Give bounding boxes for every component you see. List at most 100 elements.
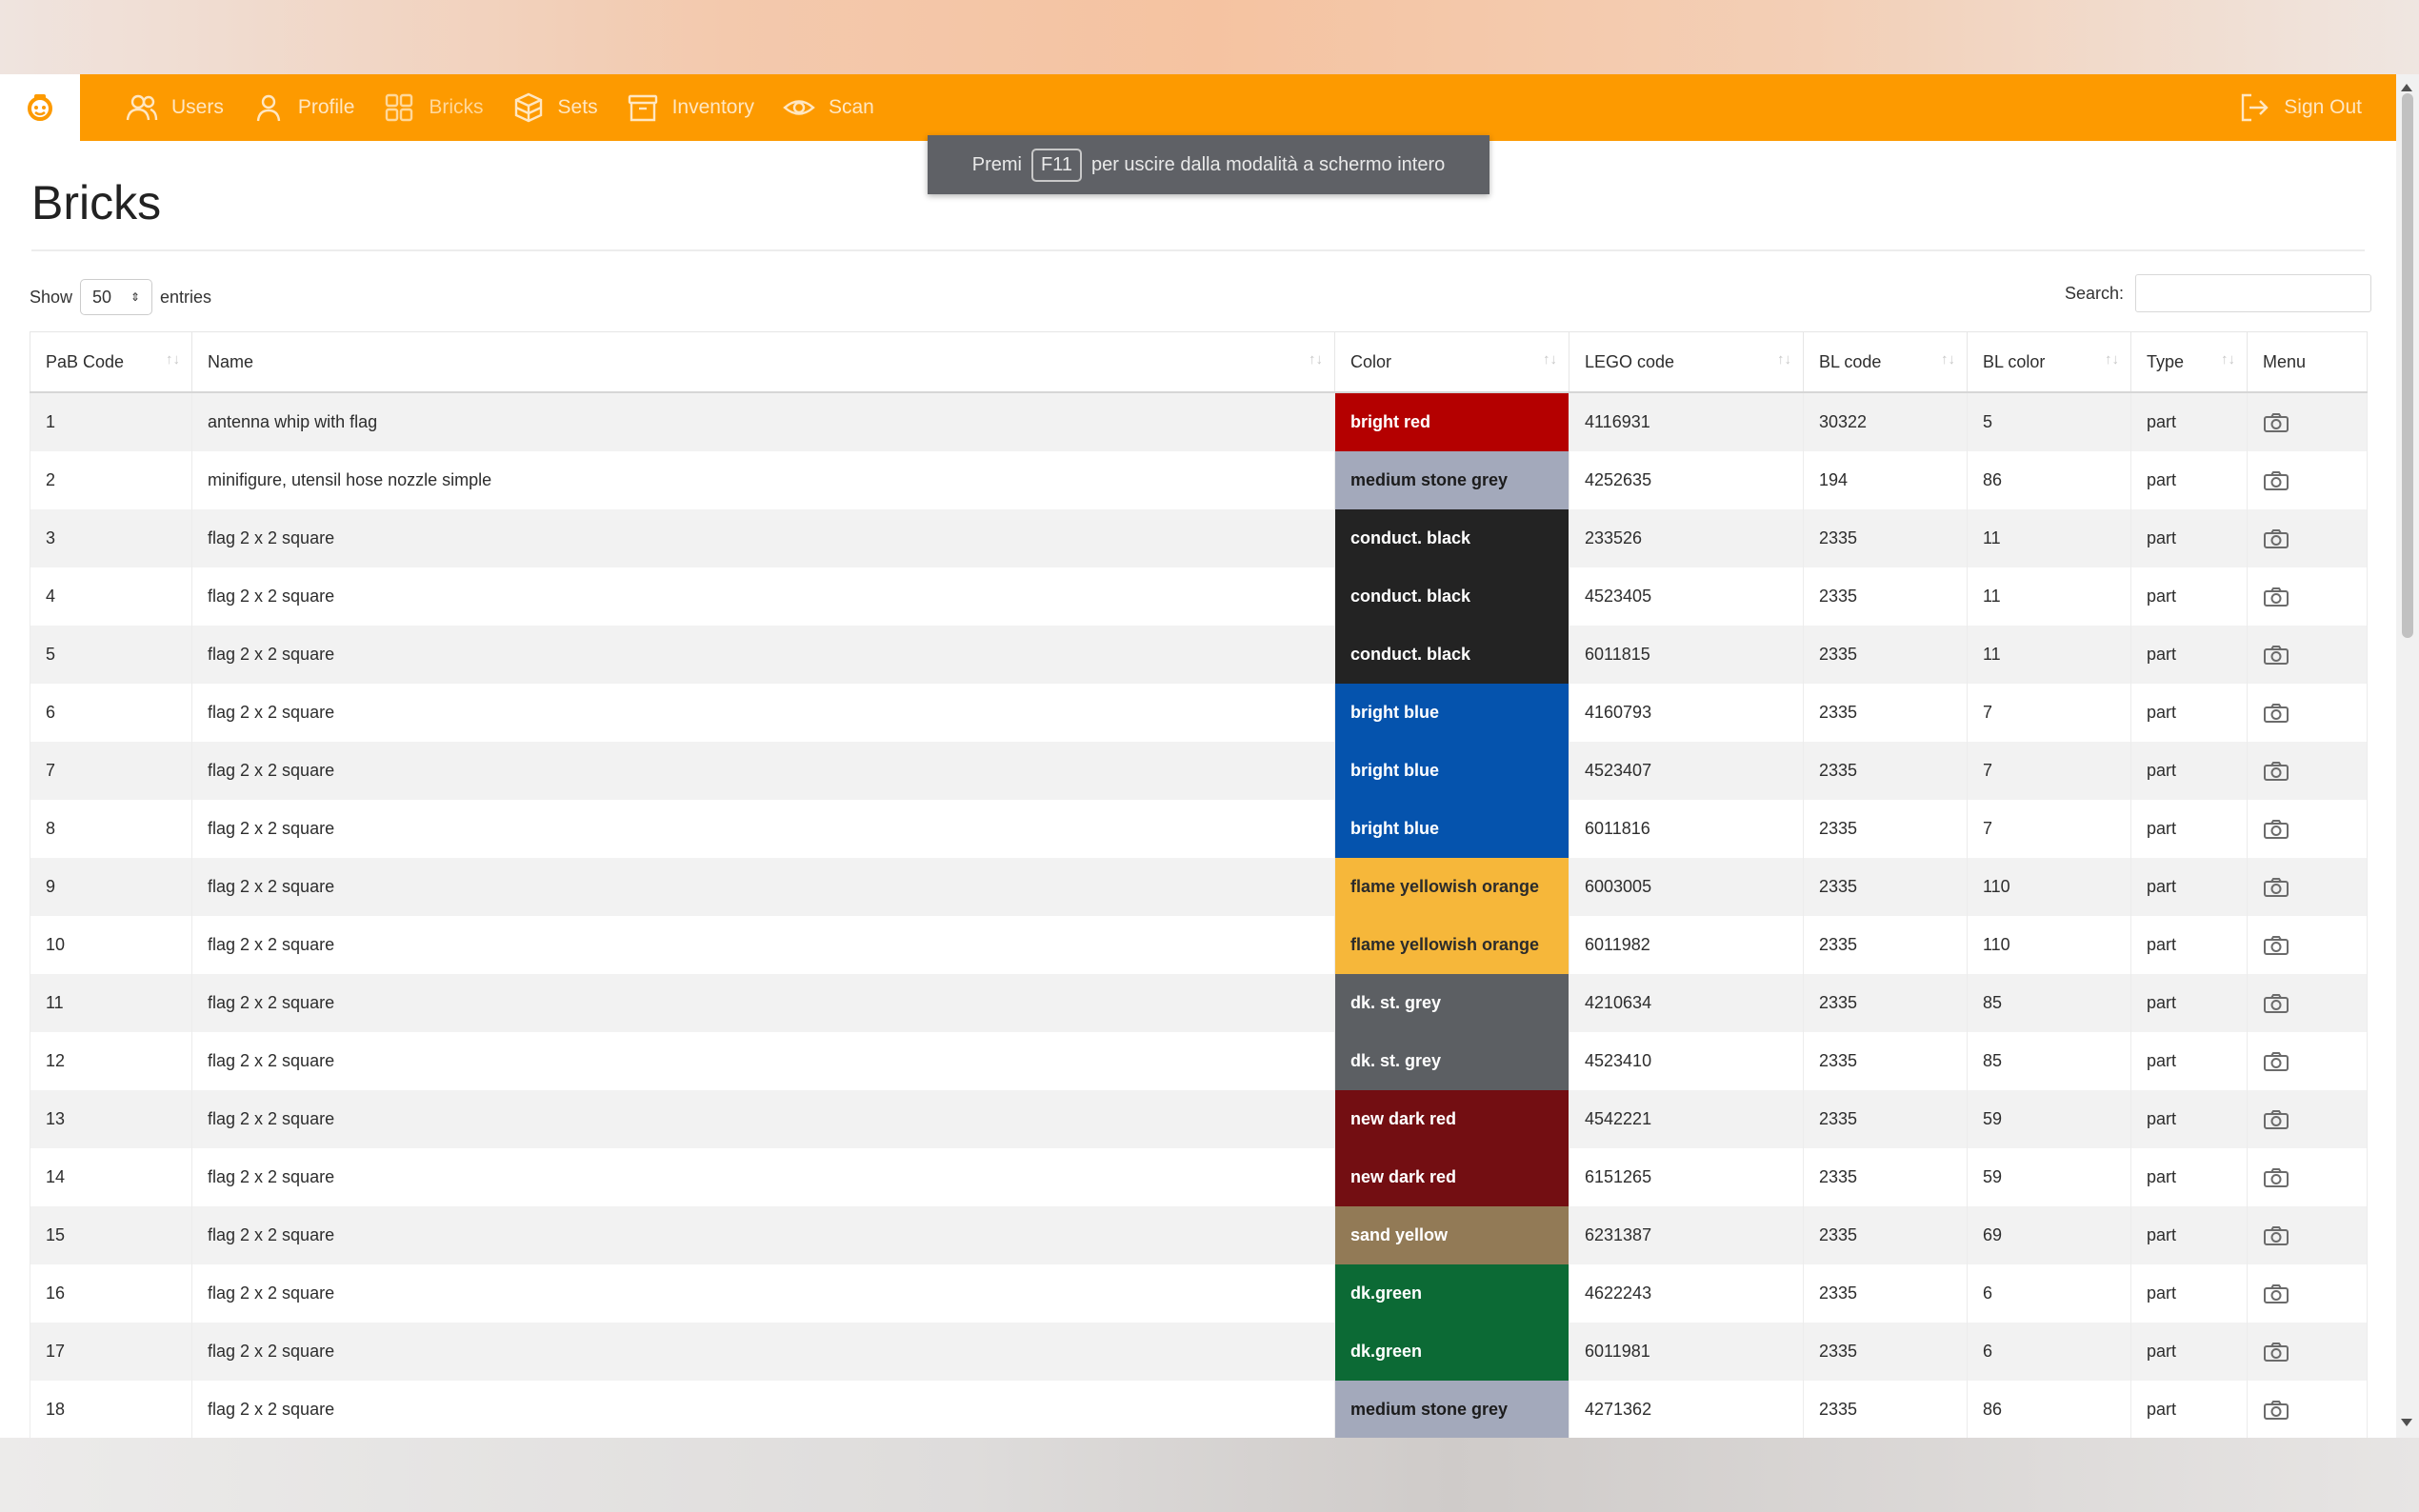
col-header-bl-code[interactable]: BL code ↑↓ <box>1803 331 1968 393</box>
cell-menu <box>2247 451 2368 509</box>
nav-inventory[interactable]: Inventory <box>627 91 754 124</box>
cell-pab-code: 4 <box>30 567 192 626</box>
cell-bl-color: 6 <box>1967 1323 2131 1381</box>
eye-icon <box>783 100 815 115</box>
nav-scan-label: Scan <box>828 96 874 118</box>
cell-bl-color: 7 <box>1967 800 2131 858</box>
cell-menu <box>2247 509 2368 567</box>
vertical-scrollbar[interactable] <box>2396 74 2419 1438</box>
cell-lego-code: 4210634 <box>1569 974 1804 1032</box>
app-window: Users Profile Bricks Sets Inventory Scan… <box>0 74 2419 1438</box>
col-header-label: Color <box>1350 351 1392 371</box>
cell-bl-color: 86 <box>1967 451 2131 509</box>
nav-sets[interactable]: Sets <box>512 91 598 124</box>
camera-icon[interactable] <box>2263 1283 2289 1304</box>
nav-profile[interactable]: Profile <box>252 91 354 124</box>
cell-name: flag 2 x 2 square <box>191 684 1335 742</box>
cell-bl-color: 7 <box>1967 684 2131 742</box>
search-input[interactable] <box>2135 274 2372 312</box>
cell-name: flag 2 x 2 square <box>191 1206 1335 1264</box>
sign-out-label: Sign Out <box>2284 96 2362 118</box>
scroll-up-arrow-icon[interactable] <box>2401 84 2412 91</box>
archive-icon <box>628 94 657 122</box>
grid-icon <box>386 93 413 122</box>
cell-name: flag 2 x 2 square <box>191 916 1335 974</box>
camera-icon[interactable] <box>2263 645 2289 666</box>
col-header-pab-code[interactable]: PaB Code ↑↓ <box>30 331 192 393</box>
camera-icon[interactable] <box>2263 1167 2289 1188</box>
camera-icon[interactable] <box>2263 1400 2289 1421</box>
brand-logo[interactable] <box>0 74 80 141</box>
cell-menu <box>2247 916 2368 974</box>
camera-icon[interactable] <box>2263 761 2289 782</box>
camera-icon[interactable] <box>2263 1225 2289 1246</box>
cell-name: flag 2 x 2 square <box>191 1381 1335 1438</box>
cell-name: flag 2 x 2 square <box>191 974 1335 1032</box>
nav-bricks[interactable]: Bricks <box>383 91 484 124</box>
cell-type: part <box>2130 1206 2248 1264</box>
col-header-bl-color[interactable]: BL color ↑↓ <box>1967 331 2131 393</box>
col-header-label: BL code <box>1819 351 1882 371</box>
col-header-label: LEGO code <box>1585 351 1675 371</box>
col-header-color[interactable]: Color ↑↓ <box>1334 331 1569 393</box>
cell-color: sand yellow <box>1334 1206 1569 1264</box>
scroll-thumb[interactable] <box>2402 93 2413 638</box>
cell-bl-code: 2335 <box>1803 567 1968 626</box>
col-header-type[interactable]: Type ↑↓ <box>2130 331 2248 393</box>
bricks-table: PaB Code ↑↓ Name ↑↓ Color ↑↓ LEGO code ↑↓ BL… <box>30 331 2368 1438</box>
cell-bl-code: 2335 <box>1803 684 1968 742</box>
table-row: 2 minifigure, utensil hose nozzle simple m… <box>30 451 2368 509</box>
sign-out-button[interactable]: Sign Out <box>2238 91 2362 124</box>
cell-color: dk.green <box>1334 1323 1569 1381</box>
camera-icon[interactable] <box>2263 1051 2289 1072</box>
cell-bl-code: 2335 <box>1803 858 1968 916</box>
cell-bl-color: 5 <box>1967 392 2131 451</box>
toast-key: F11 <box>1030 148 1082 182</box>
cell-bl-code: 2335 <box>1803 800 1968 858</box>
toast-text-before: Premi <box>971 153 1022 175</box>
camera-icon[interactable] <box>2263 819 2289 840</box>
cell-bl-code: 2335 <box>1803 1206 1968 1264</box>
cell-lego-code: 4542221 <box>1569 1090 1804 1148</box>
page-title: Bricks <box>31 176 162 229</box>
cell-menu <box>2247 742 2368 800</box>
table-body: 1 antenna whip with flag bright red 4116931… <box>30 392 2368 1438</box>
table-row: 3 flag 2 x 2 square conduct. black 233526 23… <box>30 509 2368 567</box>
table-row: 14 flag 2 x 2 square new dark red 6151265 23… <box>30 1148 2368 1206</box>
entries-length-control: Show 50 ⇕ entries <box>30 279 211 315</box>
camera-icon[interactable] <box>2263 528 2289 549</box>
table-row: 1 antenna whip with flag bright red 4116931… <box>30 392 2368 451</box>
table-row: 18 flag 2 x 2 square medium stone grey 4271… <box>30 1381 2368 1438</box>
nav-scan[interactable]: Scan <box>783 91 874 124</box>
cell-bl-color: 85 <box>1967 974 2131 1032</box>
nav-users[interactable]: Users <box>126 91 224 124</box>
title-divider <box>31 249 2365 251</box>
cell-type: part <box>2130 1090 2248 1148</box>
camera-icon[interactable] <box>2263 1342 2289 1363</box>
table-row: 15 flag 2 x 2 square sand yellow 6231387 233… <box>30 1206 2368 1264</box>
camera-icon[interactable] <box>2263 877 2289 898</box>
table-row: 10 flag 2 x 2 square flame yellowish orang… <box>30 916 2368 974</box>
camera-icon[interactable] <box>2263 470 2289 491</box>
cell-pab-code: 6 <box>30 684 192 742</box>
camera-icon[interactable] <box>2263 993 2289 1014</box>
col-header-lego-code[interactable]: LEGO code ↑↓ <box>1569 331 1804 393</box>
cell-menu <box>2247 1381 2368 1438</box>
camera-icon[interactable] <box>2263 935 2289 956</box>
col-header-menu: Menu <box>2247 331 2368 393</box>
camera-icon[interactable] <box>2263 412 2289 433</box>
cell-type: part <box>2130 1264 2248 1323</box>
cell-color: medium stone grey <box>1334 451 1569 509</box>
camera-icon[interactable] <box>2263 703 2289 724</box>
cell-bl-code: 2335 <box>1803 1381 1968 1438</box>
scroll-down-arrow-icon[interactable] <box>2401 1419 2412 1426</box>
entries-select[interactable]: 50 ⇕ <box>80 279 153 315</box>
cell-name: flag 2 x 2 square <box>191 742 1335 800</box>
camera-icon[interactable] <box>2263 587 2289 607</box>
col-header-name[interactable]: Name ↑↓ <box>191 331 1335 393</box>
sort-icon: ↑↓ <box>1543 351 1557 368</box>
cell-pab-code: 5 <box>30 626 192 684</box>
camera-icon[interactable] <box>2263 1109 2289 1130</box>
table-row: 6 flag 2 x 2 square bright blue 4160793 2335… <box>30 684 2368 742</box>
cell-bl-code: 194 <box>1803 451 1968 509</box>
